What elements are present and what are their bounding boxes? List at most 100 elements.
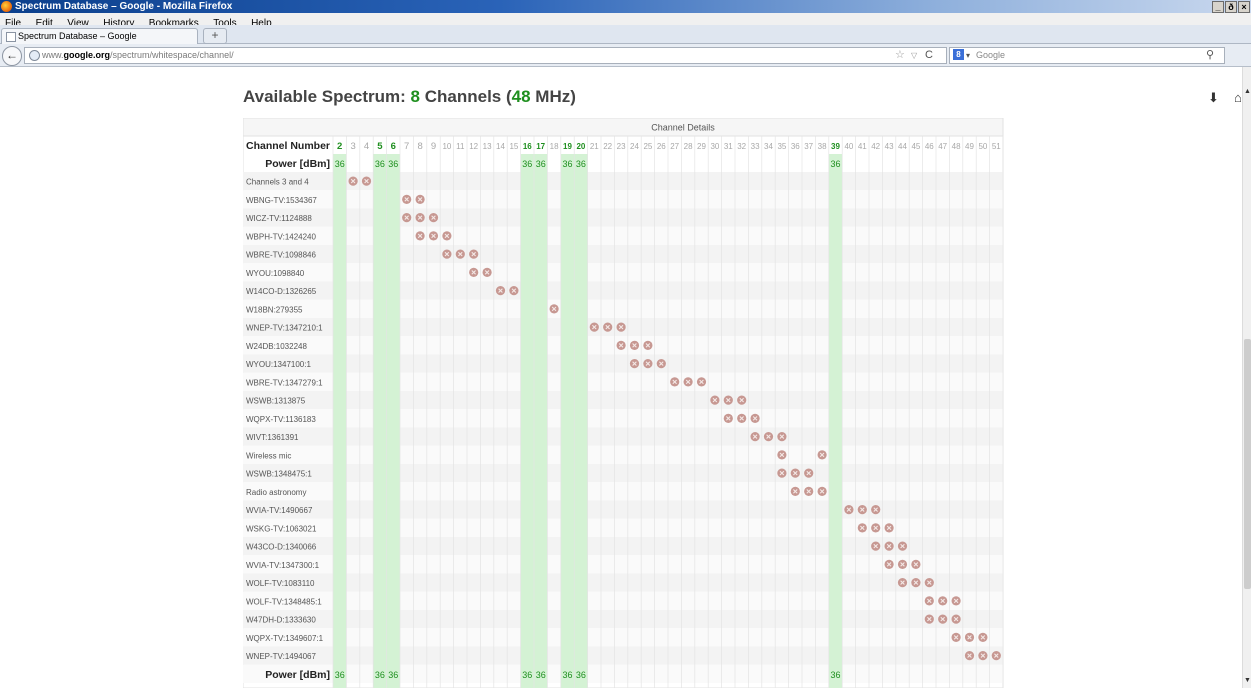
home-icon[interactable]: ⌂ [1234, 90, 1242, 106]
station-name: WQPX-TV:1349607:1 [246, 634, 324, 643]
channel-number-19: 19 [563, 142, 572, 151]
power-value-16: 36 [522, 159, 532, 169]
mhz-count: 48 [511, 87, 531, 106]
search-engine-icon[interactable]: 8 [953, 49, 964, 60]
url-text: www.google.org/spectrum/whitespace/chann… [42, 48, 234, 63]
row-background [243, 464, 1003, 483]
heading-mid: Channels ( [420, 87, 512, 106]
url-path: /spectrum/whitespace/channel/ [110, 50, 234, 60]
row-background [243, 591, 1003, 610]
channel-number-17: 17 [536, 142, 545, 151]
reload-icon[interactable]: C [925, 48, 933, 63]
power-value-39: 36 [830, 159, 840, 169]
station-name: Channels 3 and 4 [246, 178, 309, 187]
row-background [243, 445, 1003, 464]
station-name: W47DH-D:1333630 [246, 616, 316, 625]
channel-number-13: 13 [483, 142, 492, 151]
station-name: WNEP-TV:1347210:1 [246, 324, 323, 333]
tab-label: Spectrum Database – Google [18, 31, 137, 41]
row-background [243, 482, 1003, 501]
station-name: WBPH-TV:1424240 [246, 232, 317, 241]
maximize-button[interactable]: ð [1225, 1, 1237, 13]
station-name: WSWB:1348475:1 [246, 470, 312, 479]
power-value-5: 36 [375, 159, 385, 169]
scrollbar-thumb[interactable] [1244, 339, 1251, 589]
close-button[interactable]: × [1238, 1, 1250, 13]
scroll-down-arrow-icon[interactable]: ▼ [1243, 676, 1251, 685]
available-column-39 [828, 154, 843, 688]
channel-details-table: Channel Details Channel Number 2 3 4 5 6 7 8 9 10 1… [243, 118, 1006, 688]
row-background [243, 281, 1003, 300]
station-name: WOLF-TV:1083110 [246, 579, 315, 588]
firefox-logo-icon [1, 1, 12, 12]
power-value-6: 36 [388, 670, 398, 680]
station-name: WVIA-TV:1347300:1 [246, 561, 320, 570]
available-column-5 [373, 154, 387, 688]
search-engine-dropdown-icon[interactable]: ▾ [966, 48, 970, 63]
channel-number-25: 25 [643, 142, 652, 151]
station-name: Radio astronomy [246, 488, 306, 497]
station-name: W24DB:1032248 [246, 342, 307, 351]
channel-number-41: 41 [858, 142, 867, 151]
power-value-17: 36 [536, 670, 546, 680]
row-background [243, 409, 1003, 428]
navigation-toolbar: ← www.google.org/spectrum/whitespace/cha… [0, 44, 1251, 105]
download-icon[interactable]: ⬇ [1208, 90, 1219, 106]
page-title: Available Spectrum: 8 Channels (48 MHz) [243, 86, 576, 108]
globe-icon [29, 50, 40, 61]
history-dropdown-icon[interactable]: ▽ [911, 48, 917, 63]
channel-number-50: 50 [978, 142, 987, 151]
vertical-scrollbar[interactable]: ▲ ▼ [1242, 67, 1251, 688]
channel-number-46: 46 [925, 142, 934, 151]
station-name: WNEP-TV:1494067 [246, 652, 317, 661]
power-value-20: 36 [576, 670, 586, 680]
bookmark-star-icon[interactable]: ☆ [895, 48, 905, 63]
table-caption: Channel Details [651, 123, 715, 133]
channel-number-23: 23 [617, 142, 626, 151]
channel-number-14: 14 [496, 142, 505, 151]
row-background [243, 610, 1003, 629]
channel-number-45: 45 [911, 142, 920, 151]
channel-number-2: 2 [337, 141, 342, 152]
new-tab-button[interactable]: + [203, 28, 227, 44]
available-column-17 [534, 154, 548, 688]
tab-spectrum-database[interactable]: Spectrum Database – Google [1, 28, 198, 44]
channel-number-24: 24 [630, 142, 639, 151]
row-background [243, 664, 1003, 683]
power-value-19: 36 [562, 159, 572, 169]
station-name: WQPX-TV:1136183 [246, 415, 316, 424]
station-name: WYOU:1347100:1 [246, 360, 311, 369]
heading-suffix: MHz) [530, 87, 576, 106]
search-box[interactable]: 8 ▾ Google ⚲ [949, 47, 1225, 64]
power-value-39: 36 [830, 670, 840, 680]
power-header: Power [dBm] [265, 158, 330, 170]
channel-number-20: 20 [576, 142, 585, 151]
minimize-button[interactable]: _ [1212, 1, 1224, 13]
channel-number-11: 11 [456, 142, 465, 151]
row-background [243, 245, 1003, 264]
scroll-up-arrow-icon[interactable]: ▲ [1243, 87, 1251, 96]
address-bar[interactable]: www.google.org/spectrum/whitespace/chann… [24, 47, 947, 64]
power-value-2: 36 [335, 670, 345, 680]
search-placeholder: Google [976, 50, 1006, 60]
power-value-17: 36 [536, 159, 546, 169]
search-magnifier-icon[interactable]: ⚲ [1206, 48, 1214, 63]
channel-number-30: 30 [710, 142, 719, 151]
station-name: WBNG-TV:1534367 [246, 196, 317, 205]
station-name: W43CO-D:1340066 [246, 543, 317, 552]
station-name: WOLF-TV:1348485:1 [246, 597, 322, 606]
available-column-19 [560, 154, 575, 688]
channel-count: 8 [410, 87, 421, 106]
row-background [243, 263, 1003, 282]
channel-number-36: 36 [791, 142, 800, 151]
back-button[interactable]: ← [2, 46, 22, 66]
power-value-2: 36 [335, 159, 345, 169]
channel-number-39: 39 [831, 142, 840, 151]
available-column-20 [574, 154, 588, 688]
available-column-6 [386, 154, 400, 688]
channel-number-12: 12 [469, 142, 478, 151]
power-header: Power [dBm] [265, 669, 330, 681]
row-background [243, 226, 1003, 245]
channel-number-33: 33 [751, 142, 760, 151]
channel-number-29: 29 [697, 142, 706, 151]
